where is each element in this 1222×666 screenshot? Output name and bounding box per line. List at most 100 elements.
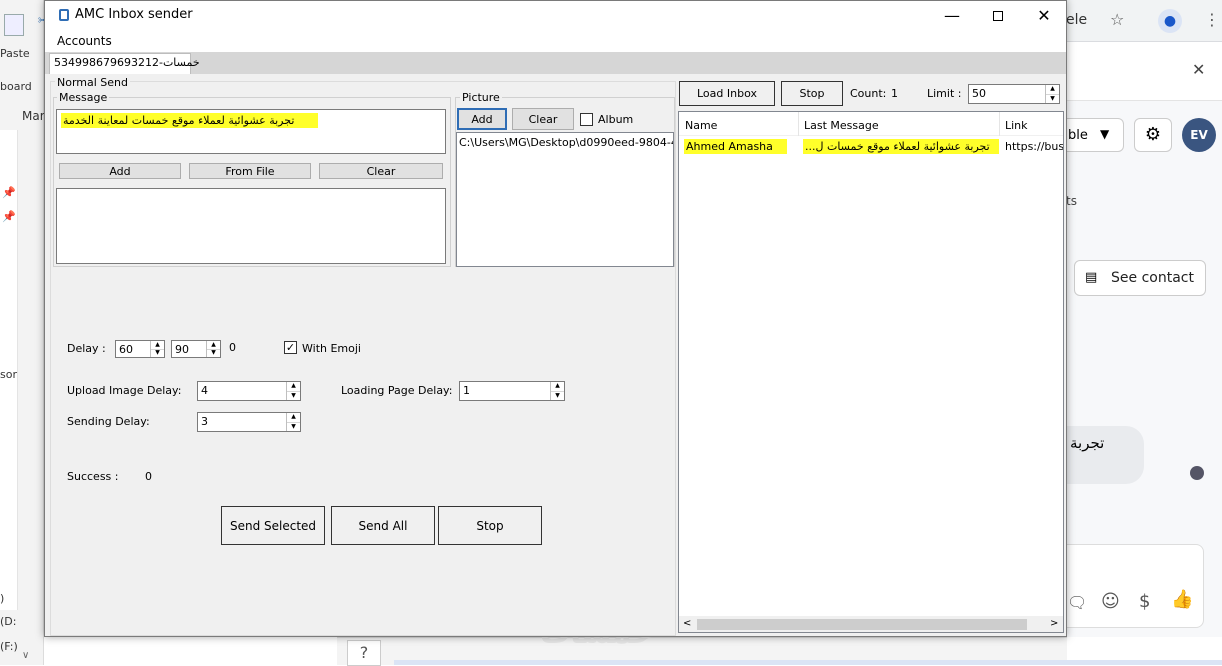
message-text: تجربة عشوائية لعملاء موقع خمسات لمعاينة … [61,113,319,128]
picture-add-button[interactable]: Add [457,108,507,130]
see-contact-button[interactable]: ▤ See contact [1074,260,1206,296]
sender-avatar [1190,466,1204,480]
delay-min-spinner[interactable]: 60 ▲ ▼ [115,340,165,358]
page-avatar[interactable]: EV [1182,118,1216,152]
spinner-arrows[interactable]: ▲ ▼ [206,341,220,357]
spin-down-icon[interactable]: ▼ [287,392,300,401]
horizontal-scrollbar[interactable]: < > [679,616,1063,632]
spinner-arrows[interactable]: ▲ ▼ [550,382,564,400]
window-title: AMC Inbox sender [75,7,193,22]
dollar-icon[interactable]: $ [1139,591,1150,612]
close-button[interactable]: ✕ [1021,1,1067,30]
sending-delay-spinner[interactable]: 3 ▲ ▼ [197,412,301,432]
maximize-button[interactable] [975,1,1021,30]
message-input[interactable]: تجربة عشوائية لعملاء موقع خمسات لمعاينة … [56,109,446,154]
star-icon[interactable]: ☆ [1110,10,1124,29]
spin-up-icon[interactable]: ▲ [1046,85,1059,95]
amc-inbox-sender-window: AMC Inbox sender — ✕ Accounts 5349986796… [44,0,1067,637]
spinner-arrows[interactable]: ▲ ▼ [1045,85,1059,103]
limit-value: 50 [972,87,986,100]
chat-icon[interactable]: 🗨 [1067,593,1087,612]
contact-card-icon: ▤ [1085,270,1098,285]
thumbs-up-icon[interactable]: 👍 [1171,589,1193,610]
spin-up-icon[interactable]: ▲ [287,413,300,423]
row-name: Ahmed Amasha [684,139,787,154]
spinner-arrows[interactable]: ▲ ▼ [286,413,300,431]
loading-page-delay-spinner[interactable]: 1 ▲ ▼ [459,381,565,401]
sor-label: sor [0,368,17,381]
spin-down-icon[interactable]: ▼ [207,350,220,358]
d-drive-label: (D: [0,615,17,628]
scroll-left-icon[interactable]: < [683,618,691,629]
close-panel-icon[interactable]: ✕ [1192,60,1205,79]
with-emoji-checkbox[interactable]: ✓ [284,341,297,354]
spin-down-icon[interactable]: ▼ [151,350,164,358]
count-label: Count: [850,87,887,100]
scroll-thumb[interactable] [697,619,1027,630]
spin-up-icon[interactable]: ▲ [151,341,164,350]
caret-down-icon: ▼ [1100,127,1110,141]
column-divider[interactable] [999,112,1000,136]
dropdown-label: ble [1068,128,1088,143]
reply-box[interactable]: 🗨 ☺ $ 👍 [1066,544,1204,628]
scroll-right-icon[interactable]: > [1050,618,1058,629]
row-link: https://busi [1005,140,1064,153]
load-inbox-button[interactable]: Load Inbox [679,81,775,106]
profile-icon[interactable]: ● [1158,9,1182,33]
paste-label: Paste [0,47,30,60]
minimize-button[interactable]: — [929,1,975,30]
picture-list[interactable]: C:\Users\MG\Desktop\d0990eed-9804-4c1d- [456,132,674,267]
inbox-list[interactable]: Name Last Message Link Ahmed Amasha تجرب… [678,111,1064,633]
close-icon: ✕ [1037,6,1051,25]
stop-sending-button[interactable]: Stop [438,506,542,545]
account-tab[interactable]: 534998679693212-خمسات [49,53,200,74]
delay-max-spinner[interactable]: 90 ▲ ▼ [171,340,221,358]
available-dropdown[interactable]: ble ▼ [1066,118,1124,152]
message-list[interactable] [56,188,446,264]
spinner-arrows[interactable]: ▲ ▼ [150,341,164,357]
send-all-button[interactable]: Send All [331,506,435,545]
count-value: 1 [891,87,898,100]
spin-down-icon[interactable]: ▼ [1046,95,1059,104]
stop-inbox-button[interactable]: Stop [781,81,843,106]
app-icon [59,9,69,21]
loading-page-delay-label: Loading Page Delay: [341,384,453,397]
picture-path: C:\Users\MG\Desktop\d0990eed-9804-4c1d- [459,136,673,149]
settings-gear-icon[interactable]: ⚙ [1134,118,1172,152]
limit-spinner[interactable]: 50 ▲ ▼ [968,84,1060,104]
column-last-message[interactable]: Last Message [804,119,879,132]
delay-countdown: 0 [229,341,236,354]
picture-label: Picture [460,91,502,104]
emoji-icon[interactable]: ☺ [1101,591,1120,612]
upload-image-delay-spinner[interactable]: 4 ▲ ▼ [197,381,301,401]
chat-bubble-text: تجربة [1070,434,1105,452]
help-button[interactable]: ? [347,640,381,666]
see-contact-label: See contact [1111,270,1194,286]
title-bar[interactable]: AMC Inbox sender — ✕ [45,1,1066,30]
spin-down-icon[interactable]: ▼ [287,423,300,432]
pin-icon: 📌 [2,210,16,223]
album-checkbox[interactable] [580,113,593,126]
message-label: Message [57,91,110,104]
send-selected-button[interactable]: Send Selected [221,506,325,545]
maximize-icon [993,10,1003,21]
spin-down-icon[interactable]: ▼ [551,392,564,401]
spin-up-icon[interactable]: ▲ [551,382,564,392]
column-name[interactable]: Name [685,119,717,132]
delay-min-value: 60 [119,343,133,356]
spin-up-icon[interactable]: ▲ [207,341,220,350]
picture-clear-button[interactable]: Clear [512,108,574,130]
upload-image-delay-value: 4 [201,384,208,397]
menu-dots-icon[interactable]: ⋮ [1204,10,1220,29]
menu-accounts[interactable]: Accounts [57,34,112,48]
table-row[interactable]: Ahmed Amasha تجربة عشوائية لعملاء موقع خ… [679,138,1063,156]
spin-up-icon[interactable]: ▲ [287,382,300,392]
column-divider[interactable] [798,112,799,136]
scroll-down-icon[interactable]: ∨ [22,650,29,661]
spinner-arrows[interactable]: ▲ ▼ [286,382,300,400]
message-clear-button[interactable]: Clear [319,163,443,179]
check-icon: ✓ [285,341,296,354]
message-add-button[interactable]: Add [59,163,181,179]
column-link[interactable]: Link [1005,119,1028,132]
from-file-button[interactable]: From File [189,163,311,179]
